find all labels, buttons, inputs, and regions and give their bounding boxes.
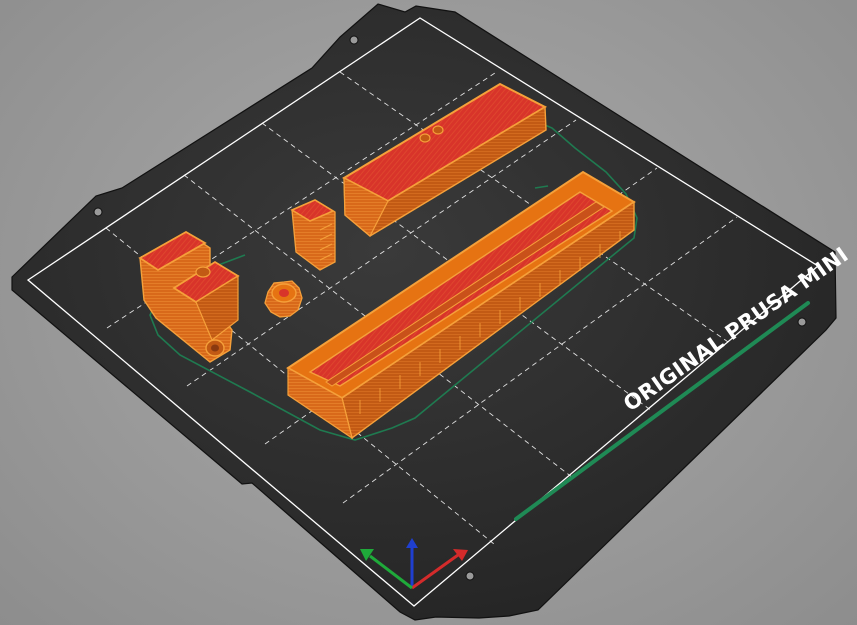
scene-canvas[interactable]: ORIGINAL PRUSA MINI [0,0,857,625]
3d-viewport[interactable]: ORIGINAL PRUSA MINI [0,0,857,625]
